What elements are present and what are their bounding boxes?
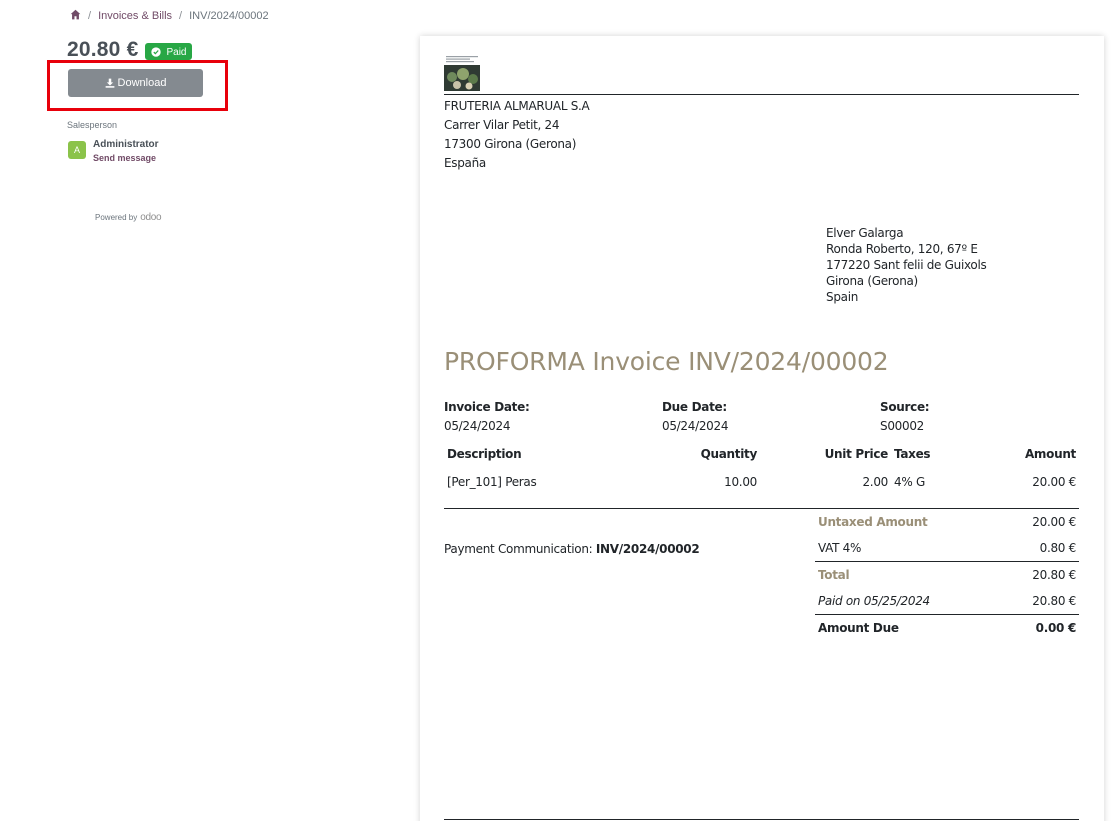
download-label: Download xyxy=(117,77,167,89)
due-date-label: Due Date: xyxy=(662,400,727,414)
avatar: A xyxy=(68,141,86,159)
total-value: 20.80 € xyxy=(1032,568,1076,582)
check-circle-icon xyxy=(151,47,162,57)
amount-due-row: Amount Due 0.00 € xyxy=(815,614,1079,641)
table-row: [Per_101] Peras 10.00 2.00 4% G 20.00 € xyxy=(444,475,1079,493)
vat-value: 0.80 € xyxy=(1039,540,1077,555)
column-description: Description xyxy=(447,447,522,461)
column-unit-price: Unit Price xyxy=(824,447,889,461)
invoice-document: FRUTERIA ALMARUAL S.A Carrer Vilar Petit… xyxy=(420,36,1104,821)
column-quantity: Quantity xyxy=(700,447,758,461)
invoice-date-value: 05/24/2024 xyxy=(444,419,511,433)
total-row: Total 20.80 € xyxy=(815,561,1079,588)
status-label: Paid xyxy=(166,46,187,58)
column-taxes: Taxes xyxy=(894,447,931,461)
totals-table: Untaxed Amount 20.00 € VAT 4% 0.80 € Tot… xyxy=(815,508,1079,641)
line-amount: 20.00 € xyxy=(1032,475,1076,489)
invoice-date-block: Invoice Date: 05/24/2024 xyxy=(444,398,530,436)
status-badge: Paid xyxy=(145,43,193,60)
source-label: Source: xyxy=(880,400,930,414)
customer-city: 177220 Sant felii de Guixols xyxy=(826,258,987,272)
payment-comm-value: INV/2024/00002 xyxy=(595,542,700,556)
customer-street: Ronda Roberto, 120, 67º E xyxy=(826,242,978,256)
company-name: FRUTERIA ALMARUAL S.A xyxy=(444,99,590,113)
line-taxes: 4% G xyxy=(894,475,925,489)
download-button[interactable]: Download xyxy=(68,69,203,97)
invoice-date-label: Invoice Date: xyxy=(444,400,530,414)
invoice-title: PROFORMA Invoice INV/2024/00002 xyxy=(444,347,889,376)
amount-total: 20.80 € xyxy=(67,38,139,61)
amount-summary: 20.80 € Paid xyxy=(67,38,193,62)
company-logo-icon xyxy=(444,55,480,91)
customer-name: Elver Galarga xyxy=(826,226,904,240)
untaxed-label: Untaxed Amount xyxy=(818,515,928,529)
payment-comm-label: Payment Communication: xyxy=(444,542,593,556)
line-description: [Per_101] Peras xyxy=(447,475,537,489)
send-message-link[interactable]: Send message xyxy=(93,151,159,166)
breadcrumb-invoices-link[interactable]: Invoices & Bills xyxy=(98,10,172,22)
line-unit-price: 2.00 xyxy=(862,475,888,489)
vat-label: VAT 4% xyxy=(818,540,862,555)
untaxed-value: 20.00 € xyxy=(1032,515,1076,529)
company-street: Carrer Vilar Petit, 24 xyxy=(444,118,560,132)
footer-divider xyxy=(444,819,1079,820)
source-value: S00002 xyxy=(880,419,924,433)
amount-due-value: 0.00 € xyxy=(1035,621,1077,635)
customer-address: Elver Galarga Ronda Roberto, 120, 67º E … xyxy=(826,225,987,305)
vat-row: VAT 4% 0.80 € xyxy=(815,535,1079,562)
company-address: FRUTERIA ALMARUAL S.A Carrer Vilar Petit… xyxy=(444,97,590,173)
home-link[interactable] xyxy=(70,9,81,23)
due-date-block: Due Date: 05/24/2024 xyxy=(662,398,728,436)
header-divider xyxy=(444,94,1079,95)
company-city: 17300 Girona (Gerona) xyxy=(444,137,577,151)
odoo-logo[interactable]: odoo xyxy=(140,212,161,223)
payment-communication: Payment Communication: INV/2024/00002 xyxy=(444,542,700,556)
line-quantity: 10.00 xyxy=(724,475,757,489)
column-amount: Amount xyxy=(1024,447,1076,461)
salesperson: A Administrator Send message xyxy=(68,138,159,166)
salesperson-label: Salesperson xyxy=(67,120,118,130)
powered-by: Powered by odoo xyxy=(95,212,162,223)
breadcrumb-separator: / xyxy=(179,10,183,22)
customer-state: Girona (Gerona) xyxy=(826,274,918,288)
customer-country: Spain xyxy=(826,290,859,304)
paid-label: Paid on 05/25/2024 xyxy=(818,593,930,608)
amount-due-label: Amount Due xyxy=(818,621,899,635)
paid-value: 20.80 € xyxy=(1032,593,1076,608)
lines-table-header: Description Quantity Unit Price Taxes Am… xyxy=(444,447,1079,469)
paid-row: Paid on 05/25/2024 20.80 € xyxy=(815,588,1079,615)
company-country: España xyxy=(444,156,486,170)
breadcrumb-current: INV/2024/00002 xyxy=(189,10,269,22)
breadcrumb: / Invoices & Bills / INV/2024/00002 xyxy=(70,9,269,23)
due-date-value: 05/24/2024 xyxy=(662,419,729,433)
powered-by-label: Powered by xyxy=(95,213,138,222)
total-label: Total xyxy=(818,568,850,582)
breadcrumb-separator: / xyxy=(88,10,92,22)
untaxed-row: Untaxed Amount 20.00 € xyxy=(815,508,1079,535)
salesperson-name: Administrator xyxy=(93,139,159,150)
download-icon xyxy=(105,78,114,88)
source-block: Source: S00002 xyxy=(880,398,930,436)
home-icon xyxy=(70,9,81,20)
